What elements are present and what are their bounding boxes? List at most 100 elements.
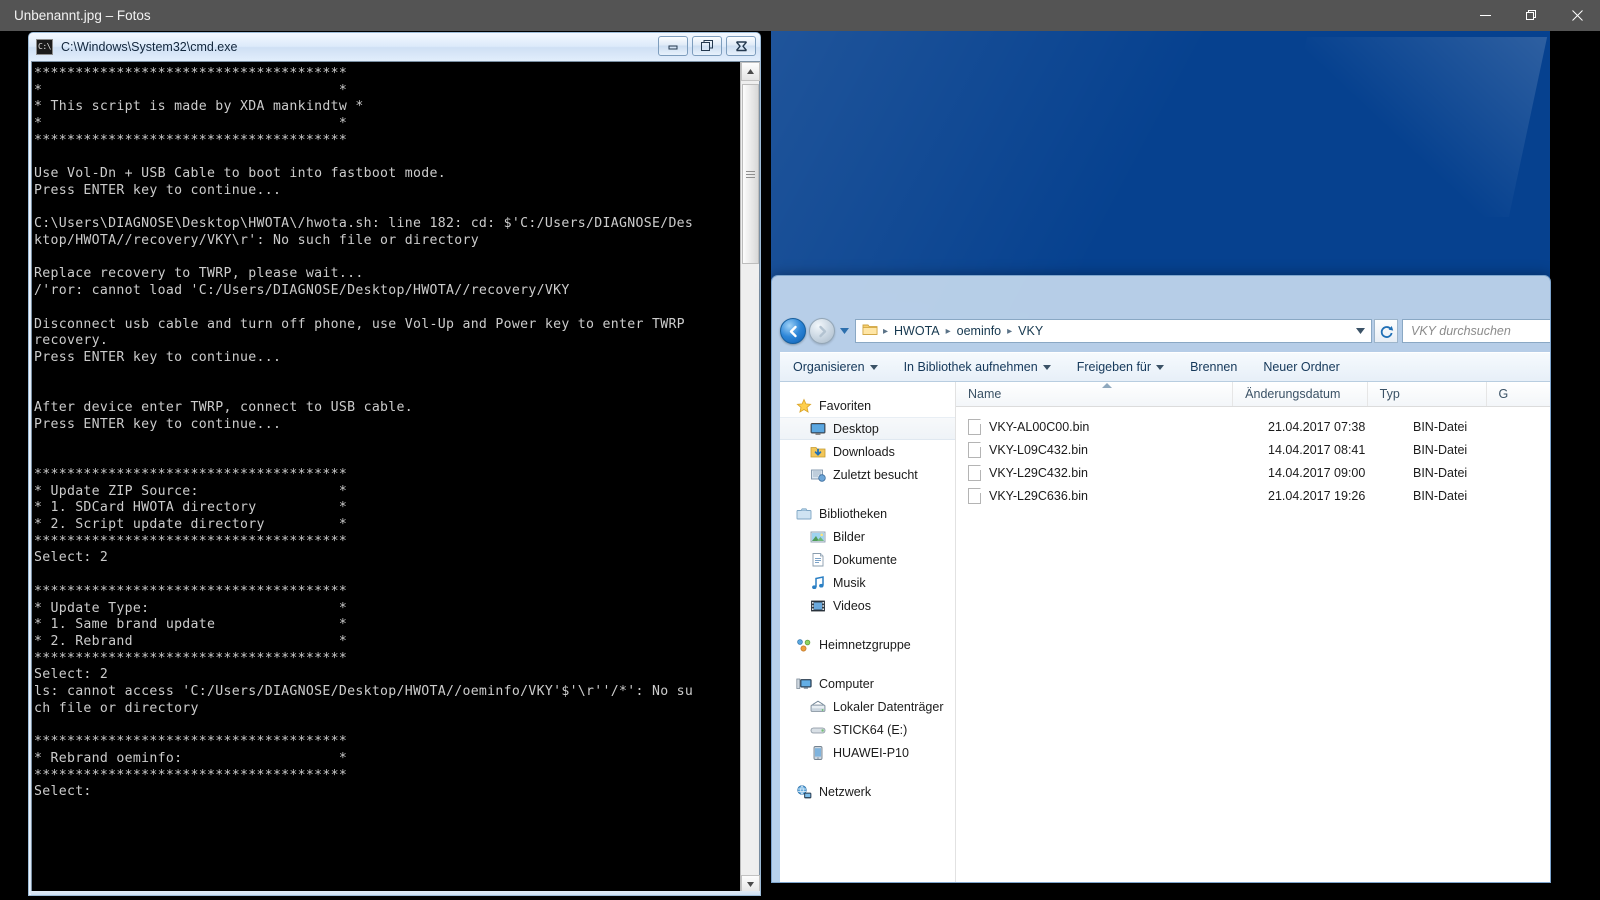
breadcrumb-separator[interactable]: ▸ bbox=[1004, 326, 1015, 337]
toolbar-new-folder-button[interactable]: Neuer Ordner bbox=[1250, 353, 1352, 381]
column-header-size[interactable]: G bbox=[1487, 382, 1550, 406]
file-name-cell: VKY-L29C432.bin bbox=[956, 464, 1256, 481]
sidebar-item-downloads[interactable]: Downloads bbox=[780, 440, 955, 463]
file-date: 14.04.2017 09:00 bbox=[1268, 465, 1366, 480]
cmd-window-title: C:\Windows\System32\cmd.exe bbox=[61, 40, 238, 54]
toolbar-label: In Bibliothek aufnehmen bbox=[903, 360, 1038, 374]
column-headers: Name Änderungsdatum Typ G bbox=[956, 382, 1550, 407]
breadcrumb-item-vky[interactable]: VKY bbox=[1015, 322, 1046, 340]
history-dropdown-icon[interactable] bbox=[837, 328, 851, 334]
cmd-titlebar[interactable]: C:\ C:\Windows\System32\cmd.exe bbox=[29, 33, 760, 61]
file-name: VKY-L09C432.bin bbox=[989, 442, 1088, 457]
column-label: Name bbox=[968, 387, 1002, 401]
sidebar-item-lokaler-datentraeger[interactable]: Lokaler Datenträger bbox=[780, 695, 955, 718]
toolbar-organize-button[interactable]: Organisieren bbox=[780, 353, 891, 381]
chevron-down-icon bbox=[1042, 364, 1051, 370]
back-icon[interactable] bbox=[780, 318, 806, 344]
search-input[interactable]: VKY durchsuchen bbox=[1402, 319, 1550, 343]
sidebar-item-dokumente[interactable]: Dokumente bbox=[780, 548, 955, 571]
bin-file-icon bbox=[968, 441, 981, 458]
sidebar-item-videos[interactable]: Videos bbox=[780, 594, 955, 617]
column-header-name[interactable]: Name bbox=[956, 382, 1234, 406]
explorer-body: Favoriten Desktop Downloads Zuletzt besu… bbox=[780, 382, 1550, 882]
scroll-up-icon[interactable] bbox=[741, 62, 760, 81]
table-row[interactable]: VKY-L29C432.bin 14.04.2017 09:00 BIN-Dat… bbox=[956, 461, 1550, 484]
minimize-button[interactable] bbox=[658, 36, 688, 56]
sidebar-item-favoriten[interactable]: Favoriten bbox=[780, 394, 955, 417]
sidebar-item-label: STICK64 (E:) bbox=[833, 722, 908, 737]
computer-icon bbox=[796, 676, 812, 692]
scrollbar-thumb[interactable] bbox=[742, 84, 759, 264]
minimize-icon[interactable] bbox=[1462, 0, 1508, 31]
libraries-icon bbox=[796, 506, 812, 522]
wallpaper-light-streak bbox=[1268, 37, 1548, 217]
documents-icon bbox=[810, 552, 826, 568]
explorer-titlebar[interactable] bbox=[772, 276, 1550, 312]
pictures-icon bbox=[810, 529, 826, 545]
close-button[interactable] bbox=[726, 36, 756, 56]
chevron-down-icon[interactable] bbox=[1351, 328, 1369, 334]
console-output: ************************************** *… bbox=[34, 66, 694, 800]
file-name-cell: VKY-L09C432.bin bbox=[956, 441, 1256, 458]
sidebar-item-zuletzt-besucht[interactable]: Zuletzt besucht bbox=[780, 463, 955, 486]
table-row[interactable]: VKY-L09C432.bin 14.04.2017 08:41 BIN-Dat… bbox=[956, 438, 1550, 461]
breadcrumb-item-hwota[interactable]: HWOTA bbox=[891, 322, 943, 340]
column-header-type[interactable]: Typ bbox=[1368, 382, 1487, 406]
sidebar-item-label: Netzwerk bbox=[819, 784, 872, 799]
toolbar-burn-button[interactable]: Brennen bbox=[1177, 353, 1250, 381]
column-label: Änderungsdatum bbox=[1245, 387, 1341, 401]
sidebar-item-label: Videos bbox=[833, 598, 871, 613]
breadcrumb-item-oeminfo[interactable]: oeminfo bbox=[954, 322, 1004, 340]
sidebar-item-musik[interactable]: Musik bbox=[780, 571, 955, 594]
sidebar-item-netzwerk[interactable]: Netzwerk bbox=[780, 780, 955, 803]
scrollbar-grip-icon bbox=[746, 170, 755, 178]
sidebar-item-label: Favoriten bbox=[819, 398, 872, 413]
music-icon bbox=[810, 575, 826, 591]
sidebar-item-desktop[interactable]: Desktop bbox=[780, 417, 955, 440]
phone-icon bbox=[810, 745, 826, 761]
breadcrumb-separator[interactable]: ▸ bbox=[943, 326, 954, 337]
file-date: 14.04.2017 08:41 bbox=[1268, 442, 1366, 457]
file-date: 21.04.2017 07:38 bbox=[1268, 419, 1366, 434]
toolbar-label: Organisieren bbox=[793, 360, 865, 374]
column-label: Typ bbox=[1379, 387, 1400, 401]
sidebar-item-huawei-p10[interactable]: HUAWEI-P10 bbox=[780, 741, 955, 764]
harddisk-icon bbox=[810, 699, 826, 715]
toolbar-share-with-button[interactable]: Freigeben für bbox=[1064, 353, 1177, 381]
refresh-icon[interactable] bbox=[1374, 319, 1398, 343]
toolbar-label: Freigeben für bbox=[1076, 360, 1152, 374]
address-bar[interactable]: ▸ HWOTA ▸ oeminfo ▸ VKY bbox=[855, 319, 1372, 343]
sort-ascending-icon bbox=[1102, 383, 1112, 388]
file-list-pane[interactable]: Name Änderungsdatum Typ G VKY-AL00C00.bi… bbox=[956, 382, 1550, 882]
console-vertical-scrollbar[interactable] bbox=[740, 62, 760, 894]
console-horizontal-scrollbar[interactable] bbox=[31, 891, 760, 895]
sidebar-item-stick64[interactable]: STICK64 (E:) bbox=[780, 718, 955, 741]
bin-file-icon bbox=[968, 487, 981, 504]
photos-app-window: Unbenannt.jpg – Fotos C:\ C:\Windows\Sys… bbox=[0, 0, 1600, 900]
sidebar-item-bilder[interactable]: Bilder bbox=[780, 525, 955, 548]
restore-icon[interactable] bbox=[1508, 0, 1554, 31]
photo-canvas: C:\ C:\Windows\System32\cmd.exe ********… bbox=[0, 31, 1600, 900]
forward-icon[interactable] bbox=[809, 318, 835, 344]
table-row[interactable]: VKY-L29C636.bin 21.04.2017 19:26 BIN-Dat… bbox=[956, 484, 1550, 507]
close-icon[interactable] bbox=[1554, 0, 1600, 31]
navigation-pane[interactable]: Favoriten Desktop Downloads Zuletzt besu… bbox=[780, 382, 956, 882]
sidebar-item-label: Heimnetzgruppe bbox=[819, 637, 911, 652]
table-row[interactable]: VKY-AL00C00.bin 21.04.2017 07:38 BIN-Dat… bbox=[956, 415, 1550, 438]
sidebar-item-computer[interactable]: Computer bbox=[780, 672, 955, 695]
cmd-console-client[interactable]: ************************************** *… bbox=[31, 61, 760, 895]
sidebar-item-label: Desktop bbox=[833, 421, 879, 436]
toolbar-include-in-library-button[interactable]: In Bibliothek aufnehmen bbox=[891, 353, 1064, 381]
maximize-button[interactable] bbox=[692, 36, 722, 56]
sidebar-item-label: Computer bbox=[819, 676, 874, 691]
column-header-date[interactable]: Änderungsdatum bbox=[1233, 382, 1368, 406]
search-placeholder: VKY durchsuchen bbox=[1411, 324, 1511, 338]
sidebar-item-label: Zuletzt besucht bbox=[833, 467, 918, 482]
sidebar-item-bibliotheken[interactable]: Bibliotheken bbox=[780, 502, 955, 525]
bin-file-icon bbox=[968, 418, 981, 435]
toolbar-label: Neuer Ordner bbox=[1263, 360, 1340, 374]
sidebar-item-heimnetzgruppe[interactable]: Heimnetzgruppe bbox=[780, 633, 955, 656]
explorer-toolbar: Organisieren In Bibliothek aufnehmen Fre… bbox=[780, 352, 1550, 382]
